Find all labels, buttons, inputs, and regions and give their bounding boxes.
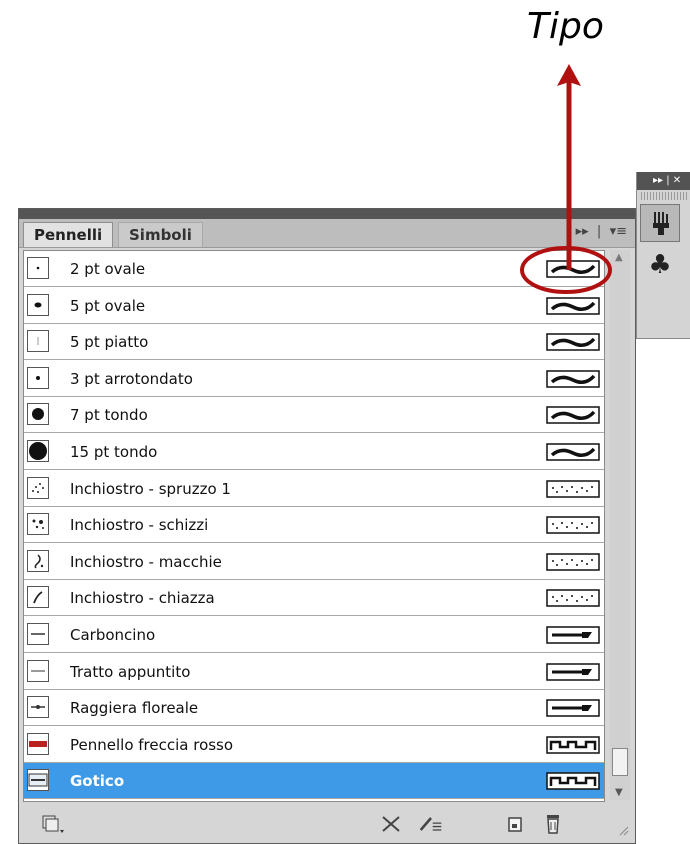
calligraphic-brush-type-icon: [546, 296, 600, 315]
list-scrollbar[interactable]: ▲ ▼: [610, 250, 630, 800]
small-oval-icon: [27, 293, 49, 316]
brush-row[interactable]: Inchiostro - schizzi: [24, 507, 604, 544]
panel-title-bar[interactable]: [19, 209, 635, 219]
spray-icon: [27, 476, 49, 499]
pattern-brush-type-icon: [546, 772, 600, 791]
scroll-up-icon[interactable]: ▲: [615, 252, 623, 263]
floral-line-icon: [27, 696, 49, 719]
charcoal-line-icon: [27, 623, 49, 645]
brush-row[interactable]: Carboncino: [24, 617, 604, 653]
splatter-icon: [27, 513, 49, 536]
art-brush-type-icon: [546, 699, 600, 717]
brush-name: Pennello freccia rosso: [70, 735, 234, 754]
brush-name: Inchiostro - spruzzo 1: [70, 479, 231, 498]
brush-row[interactable]: Raggiera floreale: [24, 690, 604, 727]
brush-list: 2 pt ovale 5 pt ovale 5 pt piatto 3 pt arro…: [23, 250, 605, 802]
splash-icon: [27, 586, 49, 609]
calligraphic-brush-type-icon: [546, 443, 600, 461]
brush-row[interactable]: 15 pt tondo: [24, 434, 604, 470]
brush-row[interactable]: 3 pt arrotondato: [24, 360, 604, 397]
brush-row[interactable]: Inchiostro - macchie: [24, 543, 604, 580]
resize-grip-icon[interactable]: [611, 819, 635, 841]
brush-name: 2 pt ovale: [70, 260, 146, 278]
brush-name: Inchiostro - schizzi: [70, 516, 209, 535]
medium-circle-icon: [27, 403, 49, 426]
brush-name: Inchiostro - macchie: [70, 552, 222, 571]
brush-name: Gotico: [70, 772, 125, 791]
tab-simboli[interactable]: Simboli: [118, 222, 203, 247]
tab-pennelli[interactable]: Pennelli: [23, 222, 114, 247]
calligraphic-brush-type-icon: [546, 406, 600, 425]
brushes-panel: Pennelli Simboli ▸▸ | ▾≡ 2 pt ovale 5 pt …: [18, 208, 636, 844]
brush-row[interactable]: 5 pt ovale: [24, 287, 604, 324]
brush-row[interactable]: Gotico: [24, 763, 604, 800]
brush-options-icon[interactable]: [419, 813, 443, 835]
scroll-thumb[interactable]: [612, 748, 628, 776]
symbols-panel-icon[interactable]: ♣: [640, 246, 680, 284]
new-brush-icon[interactable]: [503, 813, 527, 835]
scatter-brush-type-icon: [546, 516, 600, 534]
brush-name: 5 pt ovale: [70, 296, 146, 315]
remove-stroke-icon[interactable]: [379, 813, 403, 835]
brush-row[interactable]: 5 pt piatto: [24, 324, 604, 361]
brush-row[interactable]: 7 pt tondo: [24, 397, 604, 434]
scatter-brush-type-icon: [546, 553, 600, 571]
red-arrow-line-icon: [27, 732, 49, 755]
collapsed-panel-dock: ▸▸ | ✕ ♣: [636, 172, 690, 339]
dot-icon: [27, 366, 49, 389]
brush-row[interactable]: Tratto appuntito: [24, 653, 604, 690]
brush-row[interactable]: Inchiostro - chiazza: [24, 580, 604, 617]
brush-name: Inchiostro - chiazza: [70, 589, 215, 608]
brushes-panel-icon[interactable]: [640, 204, 680, 242]
delete-brush-icon[interactable]: [541, 813, 565, 835]
dock-grip[interactable]: [641, 192, 687, 200]
scroll-down-icon[interactable]: ▼: [615, 787, 623, 798]
brush-name: Tratto appuntito: [70, 662, 191, 681]
calligraphic-brush-type-icon: [546, 333, 600, 351]
brush-libraries-menu-icon[interactable]: [41, 813, 65, 835]
art-brush-type-icon: [546, 662, 600, 681]
brush-name: 7 pt tondo: [70, 406, 148, 425]
brush-row[interactable]: Pennello freccia rosso: [24, 726, 604, 763]
tapered-line-icon: [27, 659, 49, 682]
brush-row[interactable]: Inchiostro - spruzzo 1: [24, 470, 604, 507]
scatter-brush-type-icon: [546, 589, 600, 608]
art-brush-type-icon: [546, 626, 600, 644]
panel-bottom-bar: [19, 805, 635, 843]
gothic-icon: [27, 769, 49, 792]
flat-line-icon: [27, 330, 49, 353]
blot-icon: [27, 549, 49, 572]
calligraphic-brush-type-icon: [546, 260, 600, 278]
brush-name: Raggiera floreale: [70, 699, 199, 718]
brush-row[interactable]: 2 pt ovale: [24, 251, 604, 287]
scatter-brush-type-icon: [546, 479, 600, 498]
calligraphic-brush-type-icon: [546, 370, 600, 388]
brush-name: 3 pt arrotondato: [70, 369, 193, 388]
dock-expand-button[interactable]: ▸▸ | ✕: [637, 172, 690, 190]
annotation-label-tipo: Tipo: [527, 6, 604, 47]
pattern-brush-type-icon: [546, 736, 600, 754]
large-circle-icon: [27, 440, 49, 462]
tiny-dot-icon: [27, 257, 49, 279]
panel-menu-icon[interactable]: ▸▸ | ▾≡: [576, 224, 627, 239]
brush-name: 5 pt piatto: [70, 333, 149, 352]
brush-name: Carboncino: [70, 626, 156, 644]
brush-name: 15 pt tondo: [70, 443, 158, 461]
panel-tabs: Pennelli Simboli ▸▸ | ▾≡: [19, 219, 635, 248]
